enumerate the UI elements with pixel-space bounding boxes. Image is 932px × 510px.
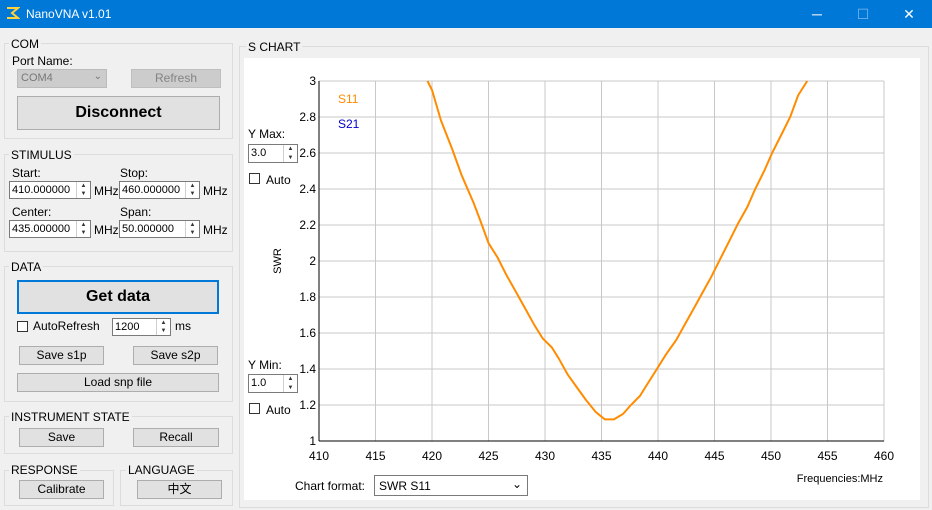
x-tick-label: 410 bbox=[309, 449, 329, 463]
x-tick-label: 455 bbox=[817, 449, 837, 463]
y-tick-label: 1.4 bbox=[299, 362, 316, 376]
chart-format-value: SWR S11 bbox=[379, 479, 431, 493]
y-tick-label: 1 bbox=[309, 434, 316, 448]
x-tick-label: 440 bbox=[648, 449, 668, 463]
y-tick-label: 1.6 bbox=[299, 326, 316, 340]
y-axis-label: SWR bbox=[272, 248, 284, 274]
y-tick-label: 2.6 bbox=[299, 146, 316, 160]
x-tick-label: 460 bbox=[874, 449, 894, 463]
y-tick-label: 3 bbox=[309, 74, 316, 88]
x-tick-label: 450 bbox=[761, 449, 781, 463]
legend-s11: S11 bbox=[338, 92, 359, 106]
chart-format-select[interactable]: SWR S11 ⌄ bbox=[374, 475, 528, 496]
legend-s21: S21 bbox=[338, 117, 360, 131]
x-tick-label: 430 bbox=[535, 449, 555, 463]
x-axis-label: Frequencies:MHz bbox=[797, 473, 883, 485]
chart-format-label: Chart format: bbox=[295, 479, 366, 493]
y-tick-label: 2.8 bbox=[299, 110, 316, 124]
x-tick-label: 435 bbox=[591, 449, 611, 463]
swr-chart: 410 415 420 425 430 435 440 445 450 455 460 3 2.8 2.6… bbox=[272, 74, 894, 485]
x-tick-label: 425 bbox=[478, 449, 498, 463]
x-tick-label: 415 bbox=[365, 449, 385, 463]
x-tick-label: 445 bbox=[704, 449, 724, 463]
chevron-down-icon: ⌄ bbox=[511, 477, 522, 491]
y-tick-label: 1.2 bbox=[299, 398, 316, 412]
x-tick-label: 420 bbox=[422, 449, 442, 463]
y-tick-label: 2.2 bbox=[299, 218, 316, 232]
y-tick-label: 2 bbox=[309, 254, 316, 268]
y-tick-label: 2.4 bbox=[299, 182, 316, 196]
y-tick-label: 1.8 bbox=[299, 290, 316, 304]
